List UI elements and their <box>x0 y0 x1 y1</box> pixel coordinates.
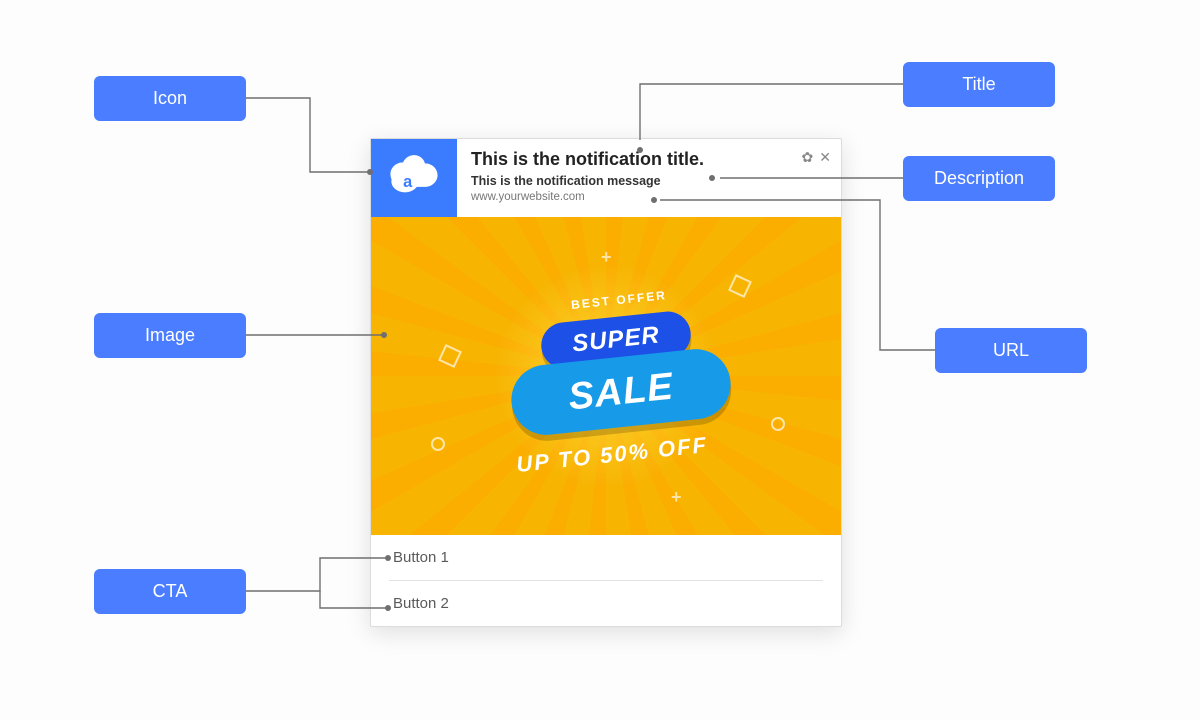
connector-icon <box>0 0 1200 720</box>
